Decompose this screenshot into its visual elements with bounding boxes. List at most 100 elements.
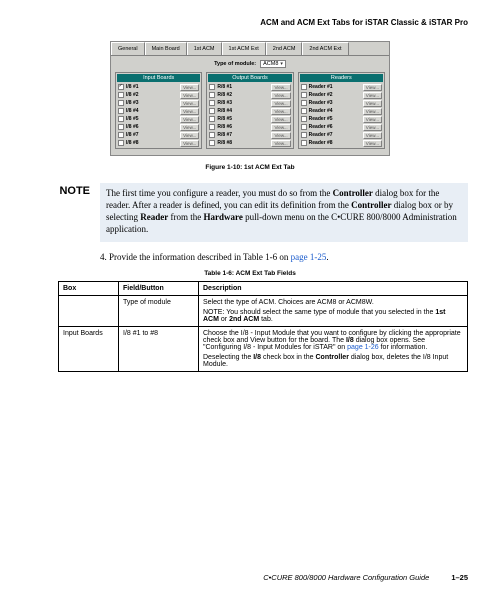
bold-term: Controller [315,354,348,361]
list-item: Reader #4View... [300,107,383,115]
tab-2nd-acm-ext[interactable]: 2nd ACM Ext [302,42,348,55]
checkbox[interactable] [301,92,307,98]
view-button[interactable]: View... [363,132,382,139]
view-button[interactable]: View... [363,116,382,123]
checkbox[interactable] [209,84,215,90]
checkbox[interactable] [118,100,124,106]
checkbox[interactable] [301,100,307,106]
item-label: R/8 #7 [217,132,269,138]
list-item: Reader #7View... [300,131,383,139]
view-button[interactable]: View... [180,84,199,91]
note-label: NOTE [32,183,90,242]
checkbox[interactable] [209,124,215,130]
tab-2nd-acm[interactable]: 2nd ACM [266,42,303,55]
note-block: NOTE The first time you configure a read… [32,183,468,242]
note-body: The first time you configure a reader, y… [100,183,468,242]
checkbox[interactable] [301,132,307,138]
checkbox[interactable] [118,124,124,130]
checkbox[interactable] [301,84,307,90]
view-button[interactable]: View... [180,116,199,123]
view-button[interactable]: View... [363,140,382,147]
list-item: R/8 #4View... [208,107,291,115]
list-item: Reader #3View... [300,99,383,107]
tab-main-board[interactable]: Main Board [145,42,187,55]
tab-1st-acm-ext[interactable]: 1st ACM Ext [222,42,266,55]
view-text: View [250,337,265,344]
bold-term: 2nd ACM [229,316,259,323]
view-button[interactable]: View... [271,84,290,91]
checkbox[interactable] [209,92,215,98]
note-bold-term: Controller [333,188,373,198]
checkbox[interactable] [209,108,215,114]
module-type-row: Type of module: ACM8 ▾ [111,56,389,70]
step-text-before: Provide the information described in Tab… [109,252,291,262]
view-button[interactable]: View... [363,84,382,91]
desc-text: Select the type of ACM. Choices are ACM8… [203,299,374,306]
view-button[interactable]: View... [180,108,199,115]
item-label: I/8 #3 [126,100,178,106]
checkbox[interactable] [301,116,307,122]
view-button[interactable]: View... [180,92,199,99]
item-label: Reader #8 [309,140,361,146]
view-button[interactable]: View... [363,92,382,99]
checkbox[interactable] [118,132,124,138]
note-bold-term: Controller [351,200,391,210]
checkbox[interactable] [118,108,124,114]
list-item: R/8 #8View... [208,139,291,147]
checkbox[interactable] [118,140,124,146]
table-row: Type of moduleSelect the type of ACM. Ch… [59,295,468,326]
note-bold-term: Reader [140,212,168,222]
view-button[interactable]: View... [271,140,290,147]
list-item: I/8 #4View... [117,107,200,115]
item-label: I/8 #7 [126,132,178,138]
desc-text: Deselecting the I/8 check box in the Con… [203,354,463,368]
view-button[interactable]: View... [271,124,290,131]
view-button[interactable]: View... [271,116,290,123]
checkbox[interactable] [118,116,124,122]
checkbox[interactable] [301,140,307,146]
acm-ext-fields-table: Box Field/Button Description Type of mod… [58,281,468,372]
item-label: Reader #7 [309,132,361,138]
list-item: R/8 #2View... [208,91,291,99]
module-type-select[interactable]: ACM8 ▾ [260,60,286,68]
view-button[interactable]: View... [271,92,290,99]
view-button[interactable]: View... [271,132,290,139]
item-label: I/8 #1 [126,84,178,90]
page-link[interactable]: page 1-26 [347,344,379,351]
view-button[interactable]: View... [271,108,290,115]
view-button[interactable]: View... [180,140,199,147]
checkbox[interactable] [209,132,215,138]
col-header-box: Box [59,281,119,295]
footer-page-number: 1–25 [451,573,468,582]
view-button[interactable]: View... [363,124,382,131]
cell-desc: Select the type of ACM. Choices are ACM8… [199,295,468,326]
tab-general[interactable]: General [111,42,145,55]
list-item: I/8 #2View... [117,91,200,99]
checkbox[interactable] [301,124,307,130]
step-text-after: . [326,252,328,262]
view-button[interactable]: View... [271,100,290,107]
item-label: Reader #4 [309,108,361,114]
checkbox[interactable] [209,116,215,122]
figure-caption: Figure 1-10: 1st ACM Ext Tab [32,164,468,171]
checkbox[interactable] [301,108,307,114]
list-item: R/8 #1View... [208,83,291,91]
column-input-boards: Input BoardsI/8 #1View...I/8 #2View...I/… [115,72,202,149]
view-button[interactable]: View... [180,124,199,131]
checkbox[interactable] [118,92,124,98]
item-label: Reader #6 [309,124,361,130]
checkbox[interactable] [209,100,215,106]
item-label: R/8 #4 [217,108,269,114]
view-button[interactable]: View... [363,108,382,115]
footer-guide-title: C•CURE 800/8000 Hardware Configuration G… [263,573,429,582]
checkbox[interactable] [118,84,124,90]
view-button[interactable]: View... [363,100,382,107]
view-button[interactable]: View... [180,132,199,139]
list-item: I/8 #6View... [117,123,200,131]
step-page-link[interactable]: page 1-25 [291,252,327,262]
item-label: I/8 #5 [126,116,178,122]
tab-1st-acm[interactable]: 1st ACM [187,42,222,55]
view-button[interactable]: View... [180,100,199,107]
checkbox[interactable] [209,140,215,146]
item-label: I/8 #2 [126,92,178,98]
